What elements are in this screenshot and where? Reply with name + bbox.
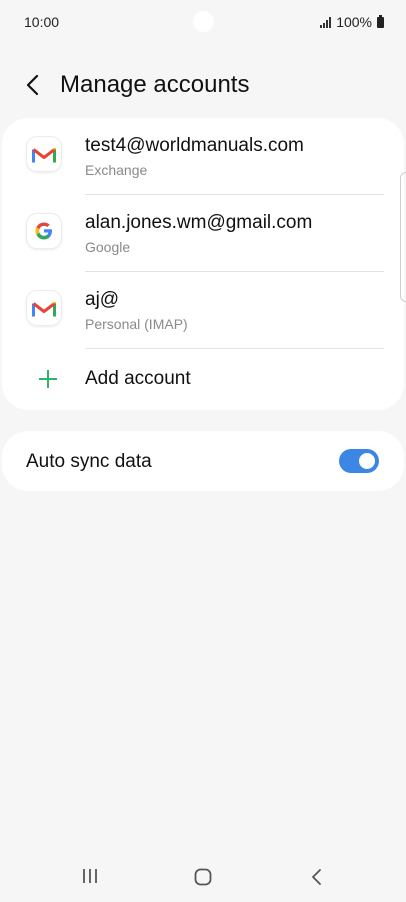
home-icon[interactable] — [194, 868, 212, 886]
auto-sync-toggle[interactable] — [339, 449, 379, 473]
status-bar: 10:00 100% — [0, 0, 406, 44]
auto-sync-card: Auto sync data — [2, 431, 404, 491]
accounts-card: test4@worldmanuals.com Exchange alan.jon… — [2, 118, 404, 410]
page-title: Manage accounts — [60, 71, 250, 98]
auto-sync-label: Auto sync data — [26, 451, 152, 472]
plus-icon — [39, 370, 57, 388]
app-header: Manage accounts — [0, 60, 406, 110]
add-account-label: Add account — [85, 368, 191, 389]
scroll-indicator — [400, 172, 406, 302]
account-email: alan.jones.wm@gmail.com — [85, 212, 313, 233]
gmail-icon — [26, 290, 62, 326]
navigation-bar — [0, 850, 406, 902]
back-arrow-icon — [26, 74, 39, 96]
account-row-exchange[interactable]: test4@worldmanuals.com Exchange — [2, 118, 404, 195]
battery-icon — [377, 14, 384, 28]
signal-icon — [320, 16, 332, 28]
divider — [85, 348, 384, 349]
back-button[interactable] — [16, 68, 50, 102]
add-account-button[interactable]: Add account — [2, 350, 404, 408]
status-time: 10:00 — [24, 14, 60, 30]
gmail-icon — [26, 136, 62, 172]
google-icon — [26, 213, 62, 249]
recents-icon[interactable] — [80, 868, 100, 884]
account-row-imap[interactable]: aj@ Personal (IMAP) — [2, 272, 404, 349]
account-type: Exchange — [85, 162, 148, 178]
status-indicators: 100% — [320, 14, 384, 30]
account-email: test4@worldmanuals.com — [85, 135, 304, 156]
account-type: Google — [85, 239, 131, 255]
account-row-google[interactable]: alan.jones.wm@gmail.com Google — [2, 195, 404, 272]
back-icon[interactable] — [308, 867, 326, 887]
account-type: Personal (IMAP) — [85, 316, 188, 332]
camera-cutout — [193, 11, 214, 32]
account-email: aj@ — [85, 289, 120, 310]
toggle-knob — [357, 451, 377, 471]
battery-level: 100% — [336, 14, 372, 30]
